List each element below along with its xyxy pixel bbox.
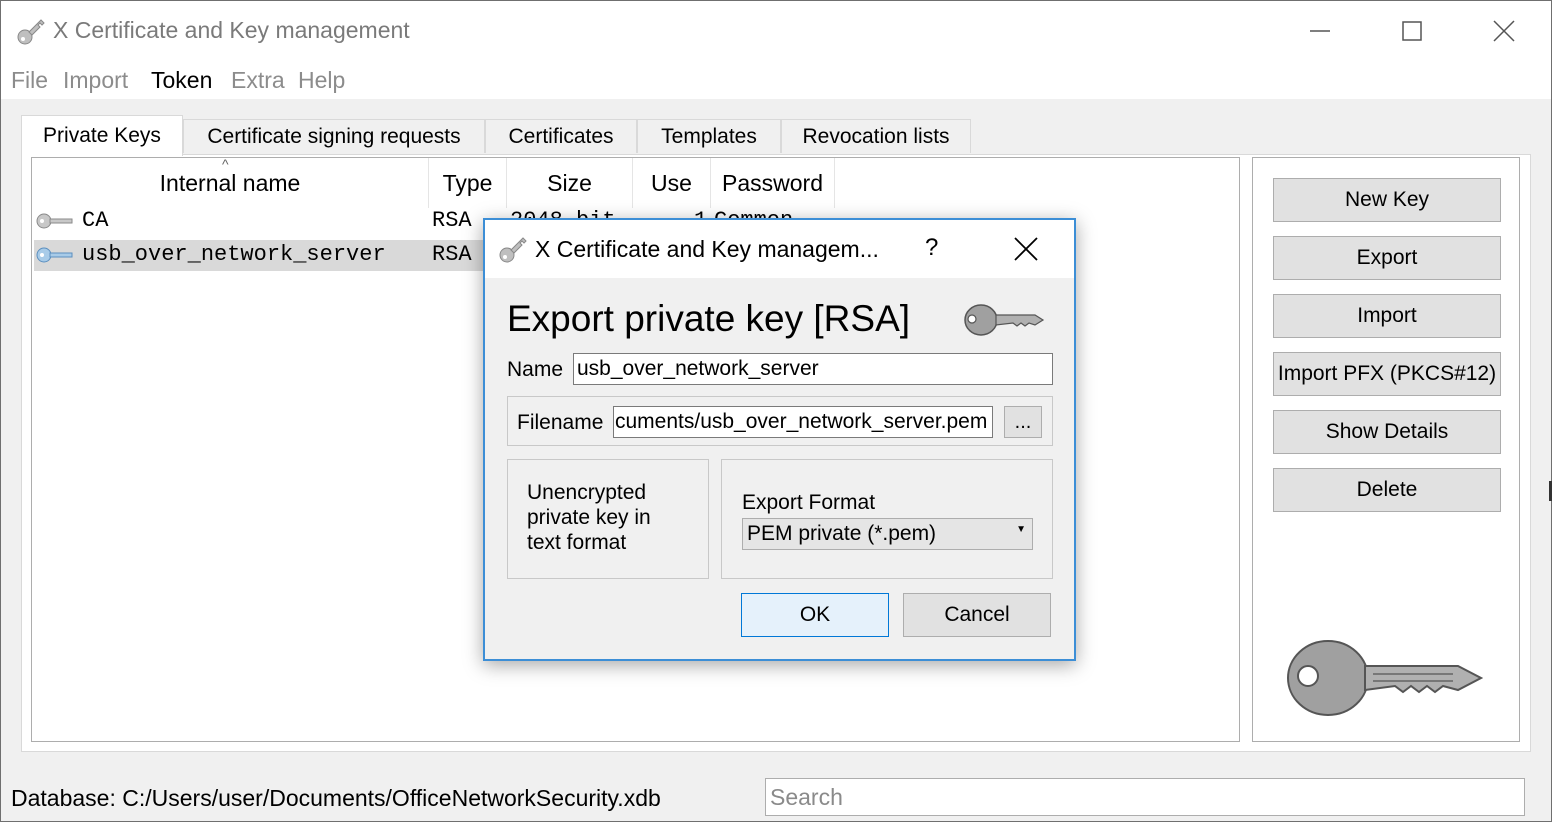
dialog-title-bar: X Certificate and Key managem... ? [485, 220, 1074, 278]
filename-label: Filename [517, 411, 604, 434]
minimize-icon [1310, 30, 1330, 32]
menu-help[interactable]: Help [298, 67, 345, 94]
export-format-select[interactable]: PEM private (*.pem) ▼ [742, 518, 1033, 550]
cancel-button[interactable]: Cancel [903, 593, 1051, 637]
tab-revocation-lists[interactable]: Revocation lists [781, 119, 971, 153]
menu-token[interactable]: Token [151, 67, 212, 94]
key-icon [36, 213, 73, 229]
close-button[interactable] [1458, 1, 1550, 61]
export-private-key-dialog: X Certificate and Key managem... ? Expor… [483, 218, 1076, 661]
export-format-label: Export Format [742, 491, 876, 514]
cell-internal-name: CA [82, 208, 109, 233]
tab-certificate-signing-requests[interactable]: Certificate signing requests [183, 119, 485, 153]
ok-button[interactable]: OK [741, 593, 889, 637]
menu-bar: File Import Token Extra Help [1, 61, 1551, 99]
dialog-title: X Certificate and Key managem... [535, 236, 879, 262]
column-header-password[interactable]: Password [711, 158, 835, 208]
tab-templates[interactable]: Templates [637, 119, 781, 153]
sort-ascending-icon: ^ [222, 157, 229, 172]
close-icon [1493, 20, 1515, 42]
column-label: Internal name [159, 169, 301, 196]
tab-certificates[interactable]: Certificates [485, 119, 637, 153]
cell-internal-name: usb_over_network_server [82, 242, 386, 267]
menu-import[interactable]: Import [63, 67, 128, 94]
column-header-internal-name[interactable]: ^ Internal name [32, 158, 429, 208]
title-bar: X Certificate and Key management [1, 1, 1551, 61]
format-description: Unencrypted private key in text format [527, 481, 651, 554]
key-app-icon [17, 19, 45, 45]
column-header-type[interactable]: Type [429, 158, 507, 208]
key-icon [36, 247, 73, 263]
column-header-use[interactable]: Use [633, 158, 711, 208]
search-input[interactable] [765, 778, 1525, 816]
maximize-icon [1402, 21, 1422, 41]
close-icon[interactable] [1013, 236, 1039, 262]
xca-key-logo-icon [1287, 640, 1483, 716]
chevron-down-icon: ▼ [1016, 524, 1026, 535]
menu-extra[interactable]: Extra [231, 67, 285, 94]
tab-private-keys[interactable]: Private Keys [21, 115, 183, 156]
import-button[interactable]: Import [1273, 294, 1501, 338]
column-header-size[interactable]: Size [507, 158, 633, 208]
maximize-button[interactable] [1366, 1, 1458, 61]
window-title: X Certificate and Key management [53, 17, 410, 43]
name-label: Name [507, 358, 564, 381]
help-button[interactable]: ? [925, 234, 938, 262]
dialog-heading: Export private key [RSA] [507, 298, 911, 339]
show-details-button[interactable]: Show Details [1273, 410, 1501, 454]
menu-file[interactable]: File [11, 67, 48, 94]
cell-type: RSA [432, 242, 472, 267]
side-panel: New Key Export Import Import PFX (PKCS#1… [1252, 157, 1520, 742]
minimize-button[interactable] [1274, 1, 1366, 61]
filename-field[interactable]: cuments/usb_over_network_server.pem [613, 406, 993, 438]
delete-button[interactable]: Delete [1273, 468, 1501, 512]
import-pfx-button[interactable]: Import PFX (PKCS#12) [1273, 352, 1501, 396]
key-icon [964, 304, 1045, 336]
export-button[interactable]: Export [1273, 236, 1501, 280]
key-app-icon [499, 237, 527, 263]
database-path: Database: C:/Users/user/Documents/Office… [11, 785, 661, 811]
cell-type: RSA [432, 208, 472, 233]
new-key-button[interactable]: New Key [1273, 178, 1501, 222]
name-field[interactable]: usb_over_network_server [573, 353, 1053, 385]
browse-button[interactable]: ... [1004, 406, 1042, 438]
export-format-value: PEM private (*.pem) [747, 522, 937, 545]
